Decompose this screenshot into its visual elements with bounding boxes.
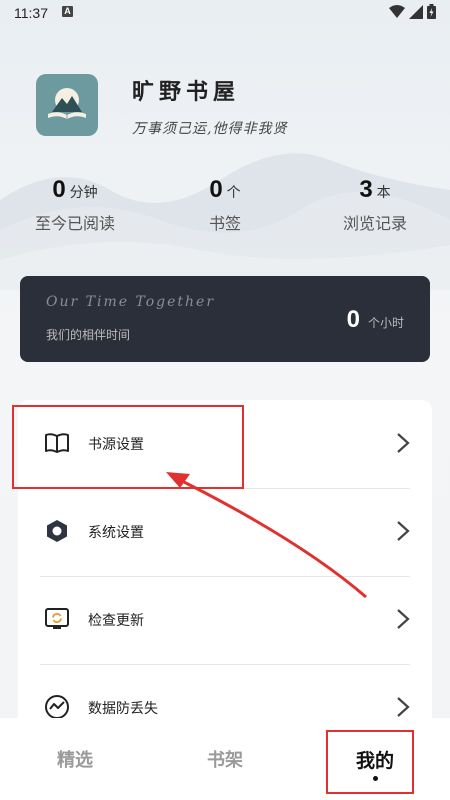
status-time: 11:37 — [14, 5, 48, 21]
menu-label: 系统设置 — [88, 525, 144, 541]
logo-art-icon — [48, 88, 86, 119]
update-icon — [45, 608, 69, 629]
tab-label: 精选 — [57, 750, 93, 771]
stat-unit: 分钟 — [69, 185, 98, 201]
stat-bookmarks[interactable]: 0 个 书签 — [150, 176, 300, 234]
app-name: 旷野书屋 — [132, 79, 241, 105]
menu-item-check-update[interactable]: 检查更新 — [18, 576, 432, 664]
battery-icon — [427, 4, 436, 19]
together-hours-unit: 个小时 — [367, 316, 404, 330]
tab-label: 书架 — [207, 750, 243, 771]
stat-label: 书签 — [208, 214, 241, 233]
stat-history[interactable]: 3 本 浏览记录 — [300, 176, 450, 234]
stat-reading-time[interactable]: 0 分钟 至今已阅读 — [0, 176, 150, 234]
tab-featured[interactable]: 精选 — [0, 718, 150, 800]
status-bar: 11:37 A — [0, 0, 450, 26]
stat-label: 至今已阅读 — [34, 214, 115, 233]
notification-icon: A — [62, 6, 73, 17]
together-hours-value: 0 — [346, 306, 360, 333]
settings-icon — [47, 520, 67, 542]
chevron-right-icon — [397, 609, 410, 629]
stat-value: 3 — [359, 176, 373, 203]
app-motto: 万事须己运,他得非我贤 — [132, 121, 288, 137]
chevron-right-icon — [397, 433, 410, 453]
tab-bookshelf[interactable]: 书架 — [150, 718, 300, 800]
together-title-zh: 我们的相伴时间 — [46, 328, 131, 342]
annotation-nav-highlight-box — [326, 730, 414, 794]
signal-icon — [409, 4, 423, 19]
annotation-highlight-box — [12, 405, 244, 489]
stat-value: 0 — [52, 176, 66, 203]
stat-unit: 个 — [226, 185, 241, 201]
stats-row: 0 分钟 至今已阅读 0 个 书签 3 本 浏览记录 — [0, 176, 450, 234]
status-icons — [389, 4, 436, 19]
menu-label: 检查更新 — [88, 613, 144, 629]
together-title-en: Our Time Together — [46, 294, 216, 310]
wifi-icon — [389, 4, 405, 18]
time-together-card: Our Time Together 我们的相伴时间 0 个小时 — [20, 276, 430, 362]
chevron-right-icon — [397, 521, 410, 541]
stat-label: 浏览记录 — [342, 214, 407, 233]
profile-logo — [36, 74, 98, 136]
together-hours: 0 个小时 — [347, 306, 404, 334]
stat-unit: 本 — [376, 185, 391, 201]
stat-value: 0 — [209, 176, 223, 203]
app-logo — [36, 74, 98, 136]
chevron-right-icon — [397, 697, 410, 717]
menu-item-system-settings[interactable]: 系统设置 — [18, 488, 432, 576]
menu-label: 数据防丢失 — [88, 701, 158, 717]
backup-icon — [45, 695, 69, 719]
